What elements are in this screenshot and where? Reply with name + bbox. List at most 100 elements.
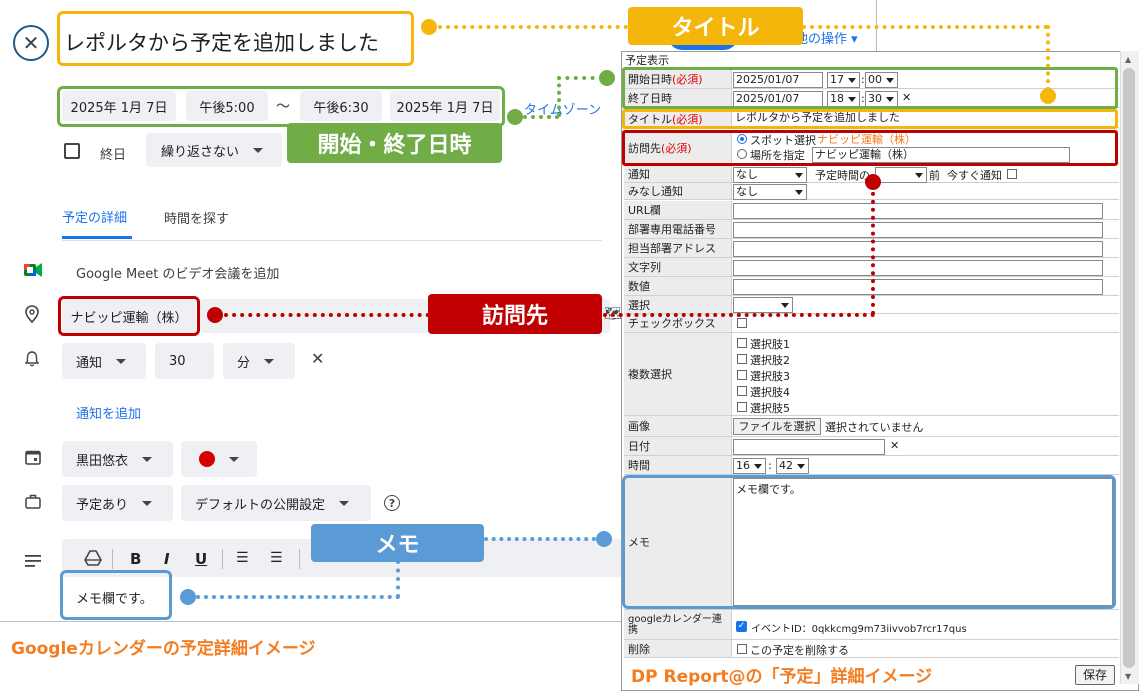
scroll-down-arrow[interactable]: ▼ [1125,672,1131,681]
dp-checkbox-input[interactable] [737,318,747,328]
option-checkbox[interactable] [737,370,747,380]
dp-scroll-thumb[interactable] [1123,68,1135,668]
dp-notify-label: 通知 [624,166,731,183]
gcal-checkbox[interactable]: ✓ [736,621,747,632]
dp-phone-input[interactable] [733,222,1103,238]
visit-connector-line [871,184,875,315]
notify-now-checkbox[interactable] [1007,169,1017,179]
dp-notify-time[interactable] [875,167,927,183]
title-connector-line [438,25,628,29]
notify-mae: 前 [929,169,940,182]
dp-multi-label: 複数選択 [624,333,731,416]
visit-connector-line [603,313,875,317]
file-select-button[interactable]: ファイルを選択 [733,418,821,435]
dp-url-input[interactable] [733,203,1103,219]
google-meet-icon [24,262,42,277]
repeat-select[interactable]: 繰り返さない [146,133,282,167]
dp-select-label: 選択 [624,296,731,314]
numbered-list-icon[interactable]: ☰ [236,550,249,566]
dp-deemed-label: みなし通知 [624,183,731,200]
clear-date-icon[interactable]: ✕ [890,439,899,452]
dp-addr-input[interactable] [733,241,1103,257]
remove-notify-icon[interactable]: ✕ [311,349,324,368]
title-connector-dot [1040,88,1056,104]
tab-find-time[interactable]: 時間を探す [164,208,229,227]
dp-gcal-label: googleカレンダー連携 [624,610,731,640]
dp-number-input[interactable] [733,279,1103,295]
dp-caption: DP Report@の「予定」詳細イメージ [631,667,933,687]
dp-phone-label: 部署専用電話番号 [624,220,731,239]
allday-checkbox[interactable] [64,143,80,159]
bulleted-list-icon[interactable]: ☰ [270,550,283,566]
add-notify-link[interactable]: 通知を追加 [76,403,141,422]
visit-connector-line [224,313,430,317]
chevron-down-icon [142,456,153,462]
datetime-highlight [57,86,505,127]
dp-date-label: 日付 [624,437,731,456]
title-connector-dot [421,19,437,35]
busy-status-select[interactable]: 予定あり [62,485,173,521]
notify-type-select[interactable]: 通知 [62,343,146,379]
close-button[interactable]: ✕ [13,25,49,61]
notify-unit-select[interactable]: 分 [223,343,295,379]
dp-select-input[interactable] [733,297,793,313]
help-icon[interactable]: ? [384,495,400,511]
option-checkbox[interactable] [737,402,747,412]
toolbar-divider-3 [299,549,300,569]
dp-addr-label: 担当部署アドレス [624,239,731,258]
dp-string-input[interactable] [733,260,1103,276]
allday-label: 終日 [100,148,127,163]
visit-callout: 訪問先 [428,294,602,334]
dp-time-min[interactable]: 42 [776,458,809,474]
dp-time-label: 時間 [624,456,731,475]
dp-time-hour[interactable]: 16 [733,458,766,474]
visibility-select[interactable]: デフォルトの公開設定 [181,485,371,521]
datetime-connector-line [557,76,603,80]
option-label: 選択肢2 [750,354,790,367]
dp-deemed-select[interactable]: なし [733,184,807,200]
title-connector-line [802,25,1048,29]
color-dot [199,451,215,467]
chevron-down-icon [264,358,275,364]
tab-divider [62,240,602,241]
bell-icon [24,351,40,371]
drive-icon[interactable] [84,550,102,570]
tab-details[interactable]: 予定の詳細 [62,207,132,239]
colon: : [768,459,772,472]
location-highlight [58,296,200,336]
meet-label[interactable]: Google Meet のビデオ会議を追加 [76,263,279,282]
dp-save-button[interactable]: 保存 [1075,665,1115,685]
option-checkbox[interactable] [737,338,747,348]
bold-icon[interactable]: B [130,550,141,568]
dp-number-label: 数値 [624,277,731,296]
option-label: 選択肢3 [750,370,790,383]
toolbar-divider-2 [222,549,223,569]
event-id: イベントID：0qkkcmg9m73iivvob7rcr17qus [751,624,967,635]
delete-checkbox[interactable] [737,644,747,654]
google-caption: Googleカレンダーの予定詳細イメージ [11,639,316,659]
option-label: 選択肢4 [750,386,790,399]
memo-connector-line [196,595,400,599]
notify-now-label: 今すぐ通知 [947,169,1002,182]
italic-icon[interactable]: I [164,550,170,568]
visit-connector-dot [207,307,223,323]
memo-connector-dot [596,531,612,547]
title-highlight [57,11,414,66]
calendar-owner-select[interactable]: 黒田悠衣 [62,441,173,477]
option-checkbox[interactable] [737,354,747,364]
chevron-down-icon [116,358,127,364]
dp-image-label: 画像 [624,416,731,437]
datetime-connector-dot [507,109,523,125]
option-checkbox[interactable] [737,386,747,396]
underline-icon[interactable]: U [195,550,207,568]
dp-date-input[interactable] [733,439,885,455]
dp-url-label: URL欄 [624,201,731,220]
dp-string-label: 文字列 [624,258,731,277]
datetime-connector-line [557,76,561,117]
notify-value-input[interactable]: 30 [155,343,214,379]
event-color-select[interactable] [181,441,257,477]
other-ops-link[interactable]: 他の操作 ▾ [795,28,858,47]
dp-notify-select[interactable]: なし [733,167,807,183]
memo-connector-line [484,537,596,541]
scroll-up-arrow[interactable]: ▲ [1125,55,1131,64]
